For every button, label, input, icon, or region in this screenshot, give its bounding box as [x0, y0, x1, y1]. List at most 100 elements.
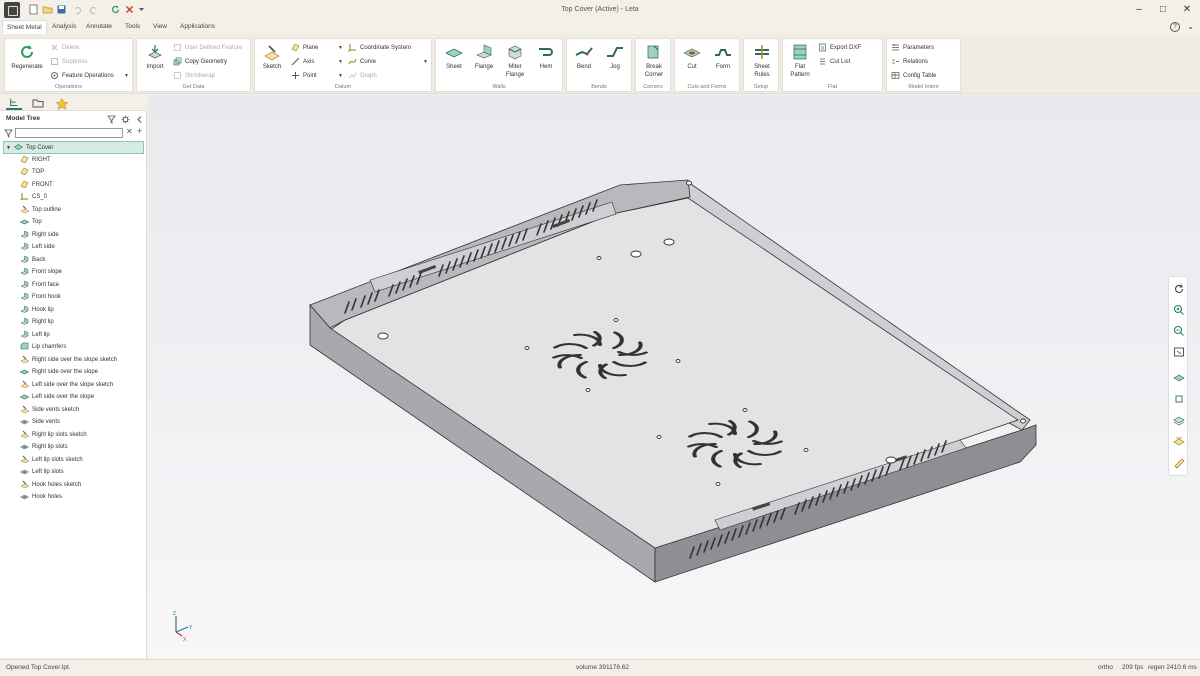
tree-item-left-lip-slots[interactable]: Left lip slots — [0, 466, 147, 479]
point-button[interactable]: Point — [291, 70, 317, 82]
zoom-out-icon[interactable] — [1173, 325, 1185, 337]
add-filter-icon[interactable]: + — [137, 126, 142, 136]
zoom-window-icon[interactable] — [1173, 346, 1185, 358]
suppress-button[interactable]: Suppress — [50, 56, 87, 68]
plane-button[interactable]: Plane — [291, 42, 318, 54]
tree-item-front-face[interactable]: Front face — [0, 279, 147, 292]
cut-list-button[interactable]: Cut List — [818, 56, 850, 68]
curve-button[interactable]: Curve — [348, 56, 376, 68]
help-icon[interactable]: ? — [1170, 22, 1180, 32]
display-style-icon[interactable] — [1173, 414, 1185, 426]
relations-button[interactable]: Relations — [891, 56, 928, 68]
sheet-rules-button[interactable]: Sheet Rules — [747, 43, 777, 79]
tree-filter-icon[interactable] — [107, 115, 116, 124]
tree-item-left-side-over-the-slope-sketch[interactable]: Left side over the slope sketch — [0, 379, 147, 392]
break-corner-button[interactable]: Break Corner — [639, 43, 669, 79]
shaded-view-icon[interactable] — [1173, 372, 1185, 384]
tree-item-side-vents-sketch[interactable]: Side vents sketch — [0, 404, 147, 417]
tree-item-right-side-over-the-slope[interactable]: Right side over the slope — [0, 366, 147, 379]
tree-item-right[interactable]: RIGHT — [0, 154, 147, 167]
point-dropdown-icon[interactable]: ▼ — [338, 73, 343, 79]
tree-item-front[interactable]: FRONT — [0, 179, 147, 192]
collapse-ribbon-icon[interactable]: ⌄ — [1187, 22, 1194, 31]
tree-item-lip-chamfers[interactable]: Lip chamfers — [0, 341, 147, 354]
delete-button[interactable]: Delete — [50, 42, 79, 54]
tree-item-left-side[interactable]: Left side — [0, 241, 147, 254]
plane-dropdown-icon[interactable]: ▼ — [338, 45, 343, 51]
measure-icon[interactable] — [1173, 457, 1185, 469]
tab-analysis[interactable]: Analysis — [48, 20, 80, 34]
datum-display-icon[interactable] — [1173, 435, 1185, 447]
tab-sheet-metal[interactable]: Sheet Metal — [2, 20, 47, 34]
tree-item-hook-lip[interactable]: Hook lip — [0, 304, 147, 317]
form-button[interactable]: Form — [710, 43, 736, 71]
part-model[interactable] — [148, 95, 1200, 658]
tab-applications[interactable]: Applications — [176, 20, 219, 34]
tree-item-right-side[interactable]: Right side — [0, 229, 147, 242]
clear-filter-icon[interactable]: ✕ — [126, 127, 133, 136]
export-dxf-button[interactable]: Export DXF — [818, 42, 861, 54]
user-defined-feature-button[interactable]: User Defined Feature — [173, 42, 242, 54]
regenerate-button[interactable]: Regenerate — [9, 43, 45, 71]
model-tree-tab-icon[interactable] — [6, 97, 22, 110]
cut-button[interactable]: Cut — [679, 43, 705, 71]
tree-item-right-lip-slots[interactable]: Right lip slots — [0, 441, 147, 454]
config-table-button[interactable]: Config Table — [891, 70, 936, 82]
tree-item-label: Front face — [32, 281, 60, 288]
curve-dropdown-icon[interactable]: ▼ — [423, 59, 428, 65]
tab-view[interactable]: View — [149, 20, 171, 34]
miter-flange-button[interactable]: Miter Flange — [501, 43, 529, 79]
top-surface[interactable] — [329, 197, 1019, 561]
minimize-button[interactable]: – — [1132, 3, 1146, 17]
collapse-panel-icon[interactable] — [135, 115, 144, 124]
tree-item-right-side-over-the-slope-sketch[interactable]: Right side over the slope sketch — [0, 354, 147, 367]
flange-icon — [476, 44, 492, 59]
maximize-button[interactable]: □ — [1156, 3, 1170, 17]
tree-item-hook-holes-sketch[interactable]: Hook holes sketch — [0, 479, 147, 492]
tree-item-top[interactable]: TOP — [0, 166, 147, 179]
axis-button[interactable]: Axis — [291, 56, 314, 68]
flange-button[interactable]: Flange — [471, 43, 497, 71]
tree-item-front-slope[interactable]: Front slope — [0, 266, 147, 279]
jog-button[interactable]: Jog — [602, 43, 628, 71]
tree-item-hook-holes[interactable]: Hook holes — [0, 491, 147, 504]
3d-viewport[interactable] — [148, 95, 1200, 658]
sheet-button[interactable]: Sheet — [441, 43, 467, 71]
tree-root-top-cover[interactable]: ▼ Top Cover — [3, 141, 144, 154]
wireframe-view-icon[interactable] — [1173, 393, 1185, 405]
tree-item-right-lip-slots-sketch[interactable]: Right lip slots sketch — [0, 429, 147, 442]
sketch-button[interactable]: Sketch — [259, 43, 285, 71]
tree-item-top[interactable]: Top — [0, 216, 147, 229]
tab-annotate[interactable]: Annotate — [82, 20, 116, 34]
coordinate-system-button[interactable]: Coordinate System — [348, 42, 411, 54]
graph-button[interactable]: Graph — [348, 70, 377, 82]
refit-view-icon[interactable] — [1173, 283, 1185, 295]
tree-item-left-side-over-the-slope[interactable]: Left side over the slope — [0, 391, 147, 404]
hem-button[interactable]: Hem — [533, 43, 559, 71]
bend-button[interactable]: Bend — [571, 43, 597, 71]
tree-item-back[interactable]: Back — [0, 254, 147, 267]
zoom-in-icon[interactable] — [1173, 304, 1185, 316]
tree-item-front-hook[interactable]: Front hook — [0, 291, 147, 304]
tree-settings-icon[interactable] — [121, 115, 130, 124]
close-window-button[interactable]: ✕ — [1180, 3, 1194, 17]
delete-icon — [51, 44, 58, 51]
shrinkwrap-button[interactable]: Shrinkwrap — [173, 70, 215, 82]
copy-geometry-button[interactable]: Copy Geometry — [173, 56, 227, 68]
tree-search-input[interactable] — [15, 128, 123, 138]
tree-item-top-outline[interactable]: Top outline — [0, 204, 147, 217]
tree-item-right-lip[interactable]: Right lip — [0, 316, 147, 329]
folder-tab-icon[interactable] — [30, 97, 46, 110]
flat-pattern-button[interactable]: Flat Pattern — [786, 43, 814, 79]
tree-item-left-lip-slots-sketch[interactable]: Left lip slots sketch — [0, 454, 147, 467]
tree-item-cs-0[interactable]: CS_0 — [0, 191, 147, 204]
import-button[interactable]: Import — [141, 43, 169, 71]
tree-item-left-lip[interactable]: Left lip — [0, 329, 147, 342]
tree-item-side-vents[interactable]: Side vents — [0, 416, 147, 429]
favorites-tab-icon[interactable] — [54, 97, 70, 110]
feature-operations-dropdown-icon[interactable]: ▼ — [124, 73, 129, 79]
feature-operations-button[interactable]: Feature Operations — [50, 70, 114, 82]
parameters-button[interactable]: Parameters — [891, 42, 934, 54]
axis-dropdown-icon[interactable]: ▼ — [338, 59, 343, 65]
tab-tools[interactable]: Tools — [121, 20, 144, 34]
